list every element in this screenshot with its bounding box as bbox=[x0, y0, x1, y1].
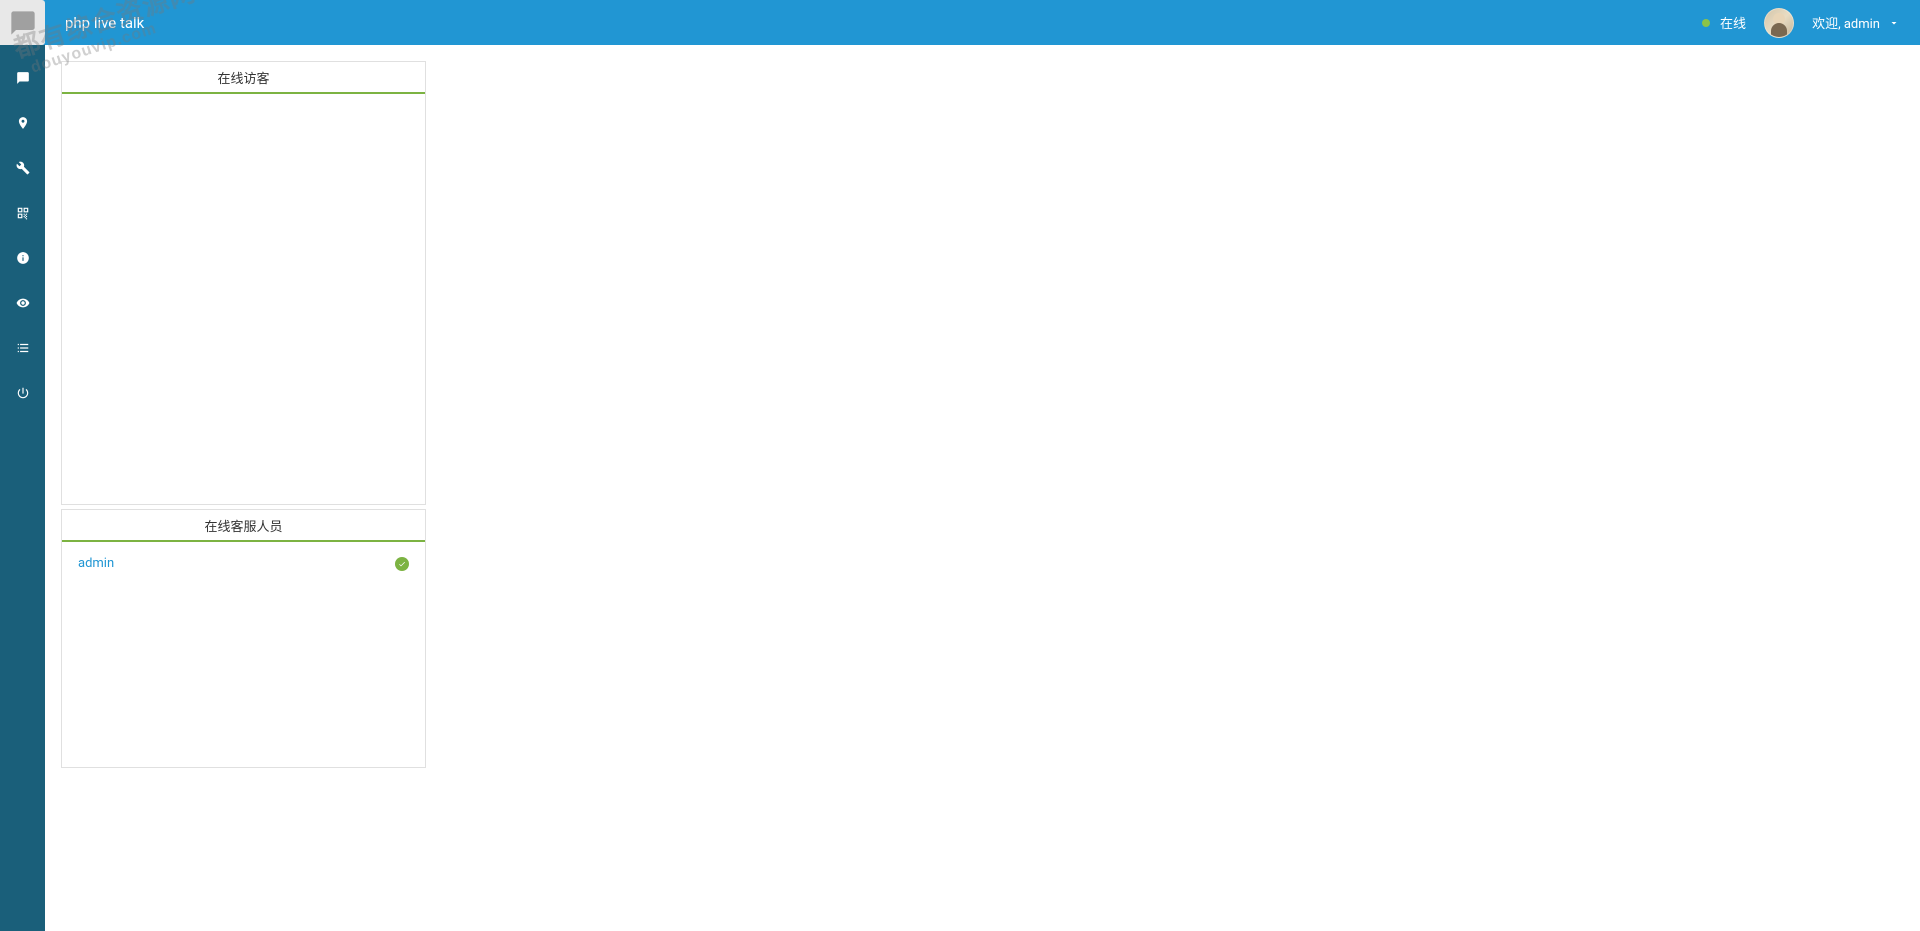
chat-icon bbox=[16, 71, 30, 85]
online-visitors-body[interactable] bbox=[62, 94, 425, 504]
user-menu-toggle[interactable]: 欢迎, admin bbox=[1812, 13, 1900, 32]
main-content: 在线访客 在线客服人员 admin bbox=[45, 45, 1920, 931]
staff-name-link[interactable]: admin bbox=[78, 556, 114, 571]
sidebar-nav bbox=[0, 45, 45, 931]
sidebar-item-logout[interactable] bbox=[0, 370, 45, 415]
app-title: php live talk bbox=[65, 14, 144, 32]
logo-icon bbox=[9, 9, 37, 37]
online-check-icon bbox=[395, 557, 409, 571]
online-visitors-header: 在线访客 bbox=[62, 62, 425, 94]
info-icon bbox=[16, 251, 30, 265]
sidebar-item-info[interactable] bbox=[0, 235, 45, 280]
pin-icon bbox=[16, 116, 30, 130]
header-right-section: 在线 欢迎, admin bbox=[1702, 8, 1900, 38]
online-staff-panel: 在线客服人员 admin bbox=[61, 509, 426, 768]
sidebar-item-qrcode[interactable] bbox=[0, 190, 45, 235]
status-dot-icon bbox=[1702, 19, 1710, 27]
sidebar-item-location[interactable] bbox=[0, 100, 45, 145]
app-header: php live talk 在线 欢迎, admin bbox=[0, 0, 1920, 45]
sidebar-item-view[interactable] bbox=[0, 280, 45, 325]
online-staff-header: 在线客服人员 bbox=[62, 510, 425, 542]
welcome-text: 欢迎, admin bbox=[1812, 13, 1880, 32]
sidebar-item-settings[interactable] bbox=[0, 145, 45, 190]
list-icon bbox=[16, 341, 30, 355]
app-logo[interactable] bbox=[0, 0, 45, 45]
staff-list-item: admin bbox=[78, 552, 409, 575]
online-visitors-panel: 在线访客 bbox=[61, 61, 426, 505]
qrcode-icon bbox=[16, 206, 30, 220]
status-text: 在线 bbox=[1720, 13, 1746, 32]
power-icon bbox=[16, 386, 30, 400]
chevron-down-icon bbox=[1888, 17, 1900, 29]
sidebar-item-list[interactable] bbox=[0, 325, 45, 370]
eye-icon bbox=[16, 296, 30, 310]
online-staff-body: admin bbox=[62, 542, 425, 767]
wrench-icon bbox=[16, 161, 30, 175]
sidebar-item-chat[interactable] bbox=[0, 55, 45, 100]
online-status[interactable]: 在线 bbox=[1702, 13, 1746, 32]
user-avatar[interactable] bbox=[1764, 8, 1794, 38]
